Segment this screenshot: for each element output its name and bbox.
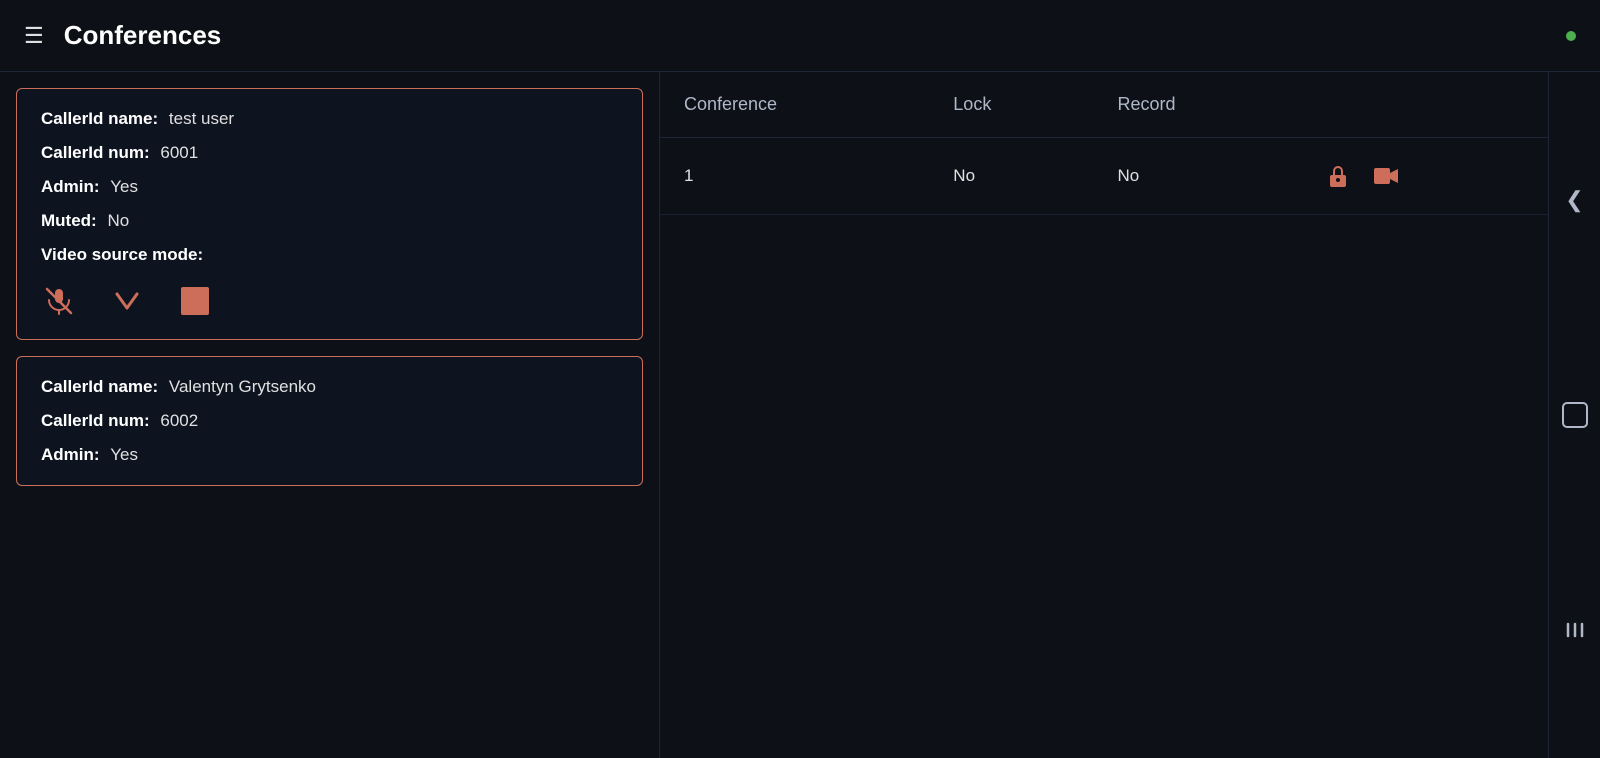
conference-number: 1 bbox=[660, 138, 929, 215]
caller-id-name-label-1: CallerId name: bbox=[41, 109, 158, 128]
lock-status: No bbox=[929, 138, 1093, 215]
caller-id-num-row-2: CallerId num: 6002 bbox=[41, 411, 618, 431]
col-header-conference: Conference bbox=[660, 72, 929, 138]
col-header-actions bbox=[1296, 72, 1548, 138]
caller-id-num-label-1: CallerId num: bbox=[41, 143, 150, 162]
status-dot bbox=[1566, 31, 1576, 41]
caller-id-num-label-2: CallerId num: bbox=[41, 411, 150, 430]
col-header-record: Record bbox=[1094, 72, 1296, 138]
caller-id-name-value-2: Valentyn Grytsenko bbox=[169, 377, 316, 396]
stop-square bbox=[181, 287, 209, 315]
row-actions bbox=[1296, 138, 1548, 215]
caller-id-name-row-1: CallerId name: test user bbox=[41, 109, 618, 129]
caller-id-num-value-1: 6001 bbox=[160, 143, 198, 162]
caller-id-name-value-1: test user bbox=[169, 109, 234, 128]
record-toggle-button[interactable] bbox=[1368, 158, 1404, 194]
home-circle-icon[interactable] bbox=[1555, 395, 1595, 435]
muted-row-1: Muted: No bbox=[41, 211, 618, 231]
back-chevron-icon[interactable]: ❮ bbox=[1555, 180, 1595, 220]
admin-row-2: Admin: Yes bbox=[41, 445, 618, 465]
left-panel: CallerId name: test user CallerId num: 6… bbox=[0, 72, 660, 758]
muted-label-1: Muted: bbox=[41, 211, 97, 230]
menu-icon[interactable]: ☰ bbox=[24, 23, 44, 49]
menu-bars-icon[interactable] bbox=[1555, 610, 1595, 650]
caller-card-2: CallerId name: Valentyn Grytsenko Caller… bbox=[16, 356, 643, 486]
caller-id-num-row-1: CallerId num: 6001 bbox=[41, 143, 618, 163]
stop-record-icon[interactable] bbox=[177, 283, 213, 319]
admin-label-2: Admin: bbox=[41, 445, 100, 464]
admin-value-1: Yes bbox=[110, 177, 138, 196]
caller-id-name-row-2: CallerId name: Valentyn Grytsenko bbox=[41, 377, 618, 397]
caller-id-num-value-2: 6002 bbox=[160, 411, 198, 430]
action-icons-row-1 bbox=[41, 283, 618, 319]
admin-row-1: Admin: Yes bbox=[41, 177, 618, 197]
video-source-row-1: Video source mode: bbox=[41, 245, 618, 265]
caller-id-name-label-2: CallerId name: bbox=[41, 377, 158, 396]
video-source-icon[interactable] bbox=[109, 283, 145, 319]
lock-toggle-button[interactable] bbox=[1320, 158, 1356, 194]
table-header-row: Conference Lock Record bbox=[660, 72, 1548, 138]
app-header: ☰ Conferences bbox=[0, 0, 1600, 72]
muted-value-1: No bbox=[107, 211, 129, 230]
right-nav: ❮ bbox=[1548, 72, 1600, 758]
right-panel: Conference Lock Record 1 No No bbox=[660, 72, 1600, 758]
caller-card-1: CallerId name: test user CallerId num: 6… bbox=[16, 88, 643, 340]
conference-table: Conference Lock Record 1 No No bbox=[660, 72, 1548, 215]
record-status: No bbox=[1094, 138, 1296, 215]
col-header-lock: Lock bbox=[929, 72, 1093, 138]
table-row: 1 No No bbox=[660, 138, 1548, 215]
main-container: CallerId name: test user CallerId num: 6… bbox=[0, 72, 1600, 758]
action-buttons bbox=[1320, 158, 1524, 194]
video-source-label-1: Video source mode: bbox=[41, 245, 203, 264]
admin-value-2: Yes bbox=[110, 445, 138, 464]
page-title: Conferences bbox=[64, 20, 222, 51]
mute-icon[interactable] bbox=[41, 283, 77, 319]
admin-label-1: Admin: bbox=[41, 177, 100, 196]
